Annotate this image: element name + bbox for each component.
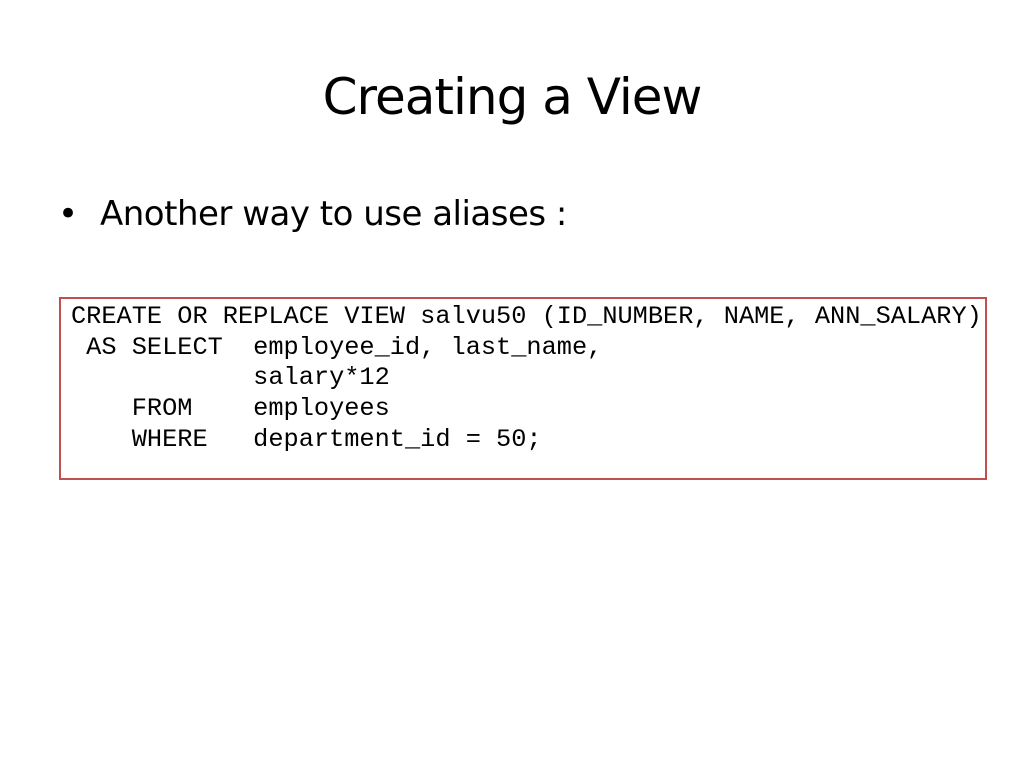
code-line: salary*12 xyxy=(71,363,390,393)
code-block: CREATE OR REPLACE VIEW salvu50 (ID_NUMBE… xyxy=(59,297,987,480)
code-line: AS SELECT employee_id, last_name, xyxy=(71,332,603,362)
code-text: CREATE OR REPLACE VIEW salvu50 (ID_NUMBE… xyxy=(71,302,982,456)
code-line: FROM employees xyxy=(71,394,390,424)
code-line: CREATE OR REPLACE VIEW salvu50 (ID_NUMBE… xyxy=(71,302,982,331)
bullet-text: Another way to use aliases : xyxy=(100,194,567,234)
code-line: WHERE department_id = 50; xyxy=(71,424,542,454)
slide-title: Creating a View xyxy=(322,68,703,126)
bullet-marker: • xyxy=(58,194,78,234)
bullet-item: • Another way to use aliases : xyxy=(58,190,567,238)
